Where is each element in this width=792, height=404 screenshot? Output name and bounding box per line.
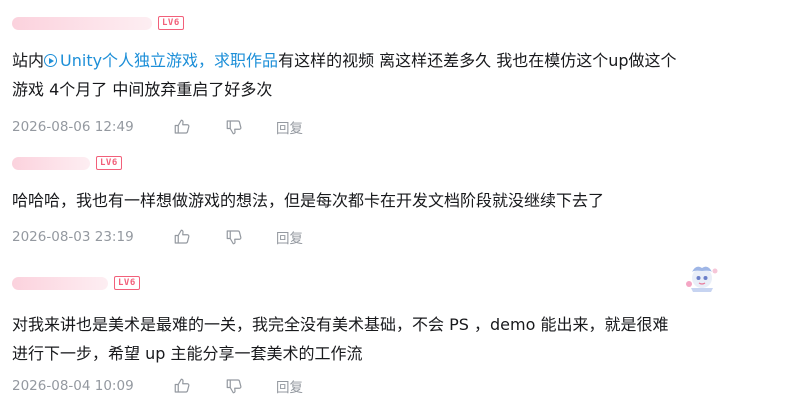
comment-time: 2026-08-04 10:09 [12,378,134,394]
level-badge: LV6 [96,156,122,170]
comment-header: LV6 [12,156,122,170]
comment-meta: 2026-08-06 12:49 回复 [12,117,303,137]
username-blurred[interactable] [12,16,152,30]
reply-button[interactable]: 回复 [276,227,303,247]
comment-time: 2026-08-06 12:49 [12,119,134,135]
comment-text-rest: 有这样的视频 离这样还差多久 我也在模仿这个up做这个 [278,51,677,70]
comment-text: 哈哈哈，我也有一样想做游戏的想法，但是每次都卡在开发文档阶段就没继续下去了 [12,191,605,210]
comment-text-line-2: 游戏 4个月了 中间放弃重启了好多次 [12,80,273,99]
video-link-label: Unity个人独立游戏，求职作品 [60,51,279,70]
comment-header: LV6 [12,276,140,290]
comment-text: 对我来讲也是美术是最难的一关，我完全没有美术基础，不会 PS ，demo 能出来… [12,315,669,334]
video-link[interactable]: Unity个人独立游戏，求职作品 [44,51,278,70]
comment-header: LV6 [12,16,184,30]
thumbs-down-icon[interactable] [224,376,244,396]
username-blurred[interactable] [12,276,108,290]
play-circle-icon [44,54,58,67]
username-blurred[interactable] [12,156,90,170]
comment-meta: 2026-08-03 23:19 回复 [12,227,303,247]
thumbs-up-icon[interactable] [172,376,192,396]
thumbs-up-icon[interactable] [172,227,192,247]
level-badge: LV6 [158,16,184,30]
comment-text-line-2: 进行下一步，希望 up 主能分享一套美术的工作流 [12,344,363,363]
reply-button[interactable]: 回复 [276,117,303,137]
thumbs-down-icon[interactable] [224,117,244,137]
comment-text: 站内 Unity个人独立游戏，求职作品有这样的视频 离这样还差多久 我也在模仿这个… [12,46,677,75]
thumbs-down-icon[interactable] [224,227,244,247]
comment-meta: 2026-08-04 10:09 回复 [12,376,303,396]
thumbs-up-icon[interactable] [172,117,192,137]
avatar-pendant-icon [686,266,718,292]
level-badge: LV6 [114,276,140,290]
reply-button[interactable]: 回复 [276,376,303,396]
comment-text-prefix: 站内 [12,51,45,70]
comment-time: 2026-08-03 23:19 [12,229,134,245]
